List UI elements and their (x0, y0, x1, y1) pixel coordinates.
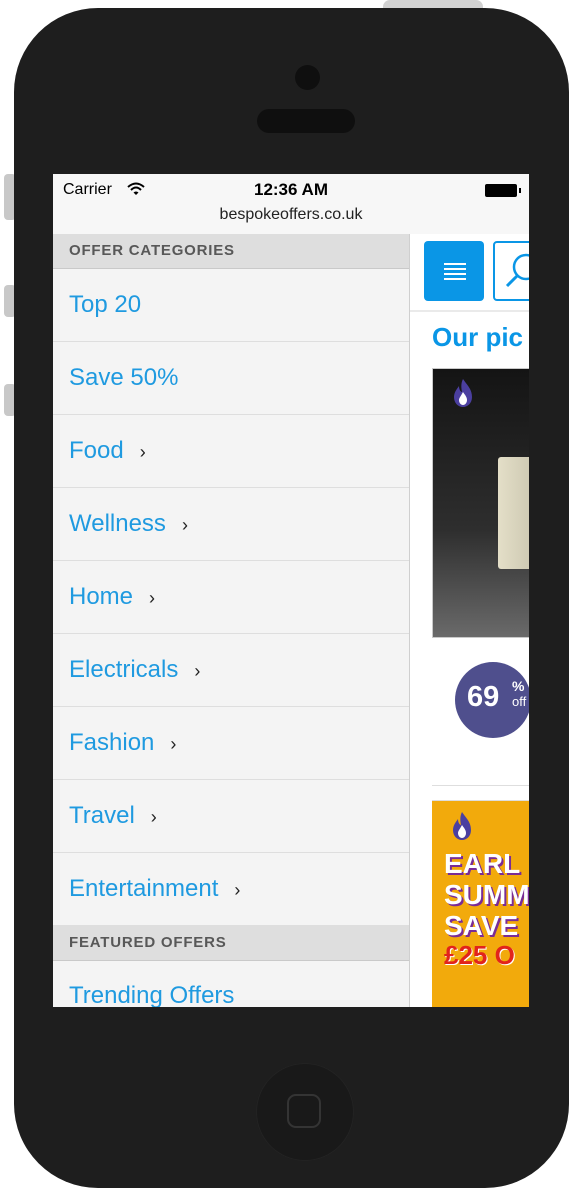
product-box (498, 457, 529, 569)
chevron-right-icon: › (149, 588, 156, 608)
promo-line: SAVE (444, 910, 519, 941)
front-camera (295, 65, 320, 90)
chevron-right-icon: › (139, 442, 146, 462)
discount-badge: 69 % off (455, 662, 529, 738)
header-divider (410, 310, 529, 312)
chevron-right-icon: › (170, 734, 177, 754)
chevron-right-icon: › (194, 661, 201, 681)
earpiece-speaker (257, 109, 355, 133)
menu-item-label: Electricals (69, 656, 179, 683)
promo-price: £25 O (444, 940, 515, 970)
battery-nub (519, 188, 521, 193)
menu-item-home[interactable]: Home › (53, 561, 409, 634)
menu-item-entertainment[interactable]: Entertainment › (53, 853, 409, 926)
menu-item-label: Top 20 (69, 291, 142, 318)
screen: Carrier 12:36 AM bespokeoffers.co.uk OFF… (53, 174, 529, 1007)
flame-icon (454, 379, 472, 407)
main-content: Our pic 69 % off EARL SUMM SAVE £25 O (410, 234, 529, 1007)
menu-item-trending-offers[interactable]: Trending Offers (53, 961, 409, 1007)
menu-item-label: Trending Offers (69, 982, 235, 1007)
menu-item-label: Entertainment (69, 875, 219, 902)
search-icon (505, 253, 529, 288)
menu-item-travel[interactable]: Travel › (53, 780, 409, 853)
offer-categories-header: OFFER CATEGORIES (53, 234, 409, 269)
address-bar-url[interactable]: bespokeoffers.co.uk (53, 206, 529, 224)
promo-line: SUMM (444, 879, 529, 910)
chevron-right-icon: › (150, 807, 157, 827)
menu-item-label: Travel (69, 802, 135, 829)
section-title: Our pic (432, 322, 524, 352)
hamburger-menu-icon (444, 278, 466, 280)
menu-item-electricals[interactable]: Electricals › (53, 634, 409, 707)
offer-card-promo[interactable]: EARL SUMM SAVE £25 O (432, 800, 529, 1007)
hamburger-menu-icon (444, 273, 466, 275)
menu-item-label: Fashion (69, 729, 155, 756)
menu-item-label: Save 50% (69, 364, 179, 391)
discount-off: off (512, 694, 527, 709)
search-button[interactable] (493, 241, 529, 301)
menu-item-label: Food (69, 437, 124, 464)
status-bar: Carrier 12:36 AM bespokeoffers.co.uk (53, 174, 529, 235)
discount-percent: % (512, 678, 525, 694)
menu-item-label: Home (69, 583, 134, 610)
menu-item-label: Wellness (69, 510, 166, 537)
side-menu: OFFER CATEGORIES Top 20 Save 50% Food › W… (53, 234, 410, 1007)
menu-item-save-50[interactable]: Save 50% (53, 342, 409, 415)
chevron-right-icon: › (181, 515, 188, 535)
home-button[interactable] (256, 1063, 354, 1161)
featured-offers-header: FEATURED OFFERS (53, 926, 409, 961)
home-button-icon (287, 1094, 321, 1128)
promo-text: EARL SUMM SAVE (444, 848, 529, 941)
hamburger-menu-icon (444, 268, 466, 270)
chevron-right-icon: › (234, 880, 241, 900)
offer-divider (432, 785, 529, 786)
hamburger-menu-button[interactable] (424, 241, 484, 301)
battery-icon (485, 184, 517, 197)
status-time: 12:36 AM (253, 180, 328, 199)
hamburger-menu-icon (444, 263, 466, 265)
promo-line: EARL (444, 848, 521, 879)
menu-item-fashion[interactable]: Fashion › (53, 707, 409, 780)
offer-card-image[interactable] (432, 368, 529, 638)
menu-item-wellness[interactable]: Wellness › (53, 488, 409, 561)
menu-item-top-20[interactable]: Top 20 (53, 269, 409, 342)
menu-item-food[interactable]: Food › (53, 415, 409, 488)
flame-icon (453, 812, 471, 840)
discount-value: 69 (467, 681, 500, 713)
